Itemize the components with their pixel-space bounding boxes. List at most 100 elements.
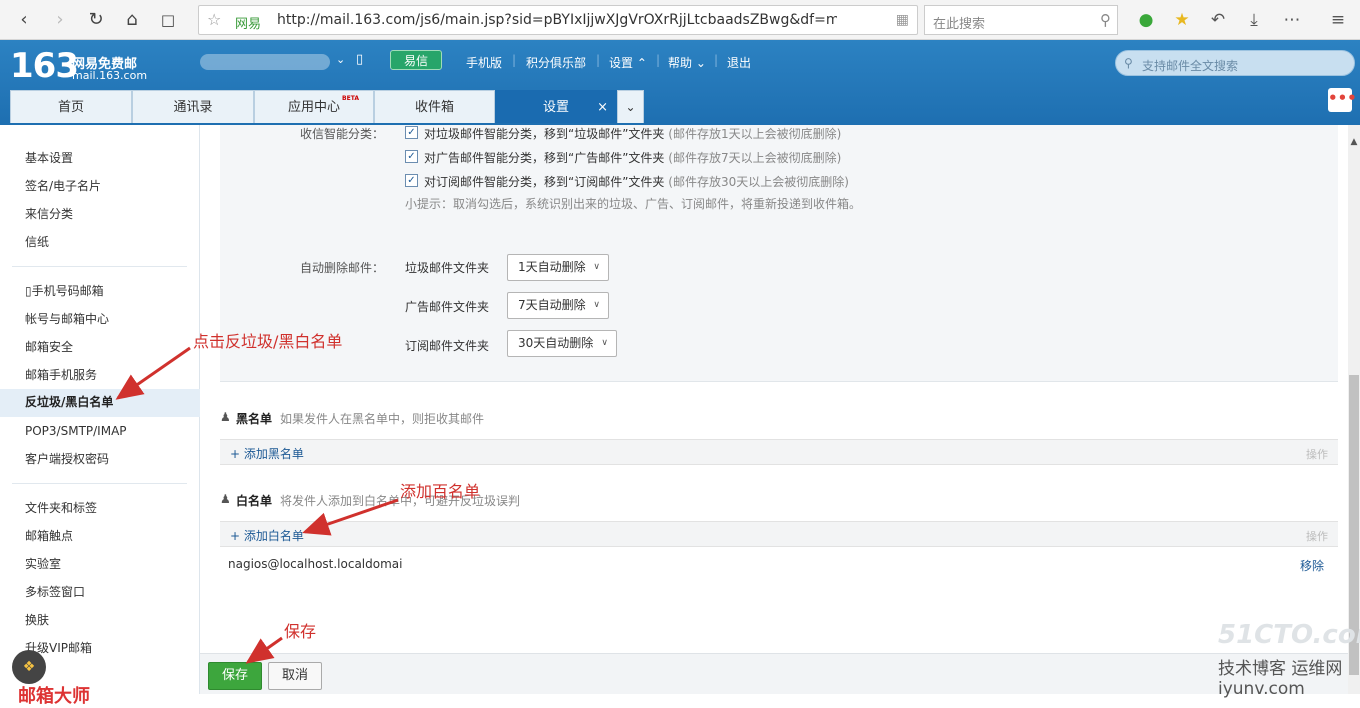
sidebar-item-security[interactable]: 邮箱安全 bbox=[25, 337, 73, 357]
yixin-button[interactable]: 易信 bbox=[390, 50, 442, 70]
settings-sidebar: 基本设置 签名/电子名片 来信分类 信纸 ▯手机号码邮箱 帐号与邮箱中心 邮箱安… bbox=[0, 125, 200, 694]
chevron-down-icon: ⌄ bbox=[625, 100, 636, 114]
sidebar-item-multi-tab[interactable]: 多标签窗口 bbox=[25, 582, 85, 602]
more-options-button[interactable]: ••• bbox=[1328, 88, 1357, 112]
checkbox-subscription[interactable]: ✓ bbox=[405, 174, 418, 187]
search-icon[interactable]: ⚲ bbox=[1100, 11, 1111, 29]
sidebar-item-antispam-label[interactable]: 反垃圾/黑白名单 bbox=[25, 393, 113, 410]
auto-delete-folder-subscription: 订阅邮件文件夹 bbox=[405, 339, 490, 353]
bookmark-star-icon[interactable]: ☆ bbox=[207, 10, 221, 29]
sidebar-divider bbox=[12, 483, 187, 484]
tab-app-center[interactable]: 应用中心 BETA bbox=[254, 90, 374, 123]
user-account-blurred[interactable] bbox=[200, 54, 330, 70]
link-settings[interactable]: 设置 ⌃ bbox=[609, 54, 647, 71]
blacklist-title: 黑名单 bbox=[236, 412, 273, 426]
save-button[interactable]: 保存 bbox=[208, 662, 262, 690]
back-icon[interactable]: ‹ bbox=[12, 8, 36, 32]
more-icon[interactable]: ⋯ bbox=[1280, 9, 1304, 31]
select-ads-retention[interactable]: 7天自动删除 ∨ bbox=[507, 292, 609, 319]
smart-sort-hint: 小提示：取消勾选后，系统识别出来的垃圾、广告、订阅邮件，将重新投递到收件箱。 bbox=[405, 197, 862, 211]
blacklist-op-header: 操作 bbox=[1306, 448, 1328, 461]
person-icon: ♟ bbox=[220, 492, 231, 506]
sidebar-item-pop3[interactable]: POP3/SMTP/IMAP bbox=[25, 421, 127, 441]
whitelist-entry: nagios@localhost.localdomai bbox=[228, 557, 403, 571]
address-bar[interactable]: ☆ 网易 http://mail.163.com/js6/main.jsp?si… bbox=[198, 5, 918, 35]
checkbox-spam[interactable]: ✓ bbox=[405, 126, 418, 139]
select-spam-retention[interactable]: 1天自动删除 ∨ bbox=[507, 254, 609, 281]
logo-domain: mail.163.com bbox=[72, 69, 148, 82]
annotation-sidebar: 点击反垃圾/黑白名单 bbox=[193, 332, 343, 351]
annotation-whitelist: 添加百名单 bbox=[400, 482, 481, 501]
antispam-settings-panel: 收信智能分类： ✓ 对垃圾邮件智能分类，移到“垃圾邮件”文件夹 (邮件存放1天以… bbox=[220, 125, 1338, 382]
tab-inbox[interactable]: 收件箱 bbox=[374, 90, 495, 123]
whitelist-op-header: 操作 bbox=[1306, 530, 1328, 543]
link-help[interactable]: 帮助 ⌄ bbox=[668, 54, 706, 71]
sidebar-item-stationery[interactable]: 信纸 bbox=[25, 232, 49, 252]
blacklist-toolbar: + 添加黑名单 操作 bbox=[220, 439, 1338, 465]
download-icon[interactable]: ⤓ bbox=[1242, 9, 1266, 31]
chevron-down-icon: ∨ bbox=[593, 300, 600, 310]
site-name: 网易 bbox=[235, 17, 262, 32]
smart-sort-subscription: 对订阅邮件智能分类，移到“订阅邮件”文件夹 (邮件存放30天以上会被彻底删除) bbox=[424, 175, 849, 189]
cancel-button[interactable]: 取消 bbox=[268, 662, 322, 690]
close-icon[interactable]: × bbox=[597, 91, 608, 124]
select-subscription-retention[interactable]: 30天自动删除 ∨ bbox=[507, 330, 617, 357]
phone-icon[interactable]: ▯ bbox=[356, 52, 363, 67]
sidebar-item-phone-mailbox[interactable]: ▯手机号码邮箱 bbox=[25, 281, 104, 301]
chevron-down-icon[interactable]: ⌄ bbox=[336, 53, 345, 66]
link-mobile[interactable]: 手机版 bbox=[466, 54, 502, 71]
sidebar-item-client-password[interactable]: 客户端授权密码 bbox=[25, 449, 109, 469]
annotation-save: 保存 bbox=[284, 622, 317, 641]
scroll-up-icon[interactable]: ▲ bbox=[1348, 137, 1360, 147]
sidebar-item-signature[interactable]: 签名/电子名片 bbox=[25, 176, 101, 196]
smart-sort-label: 收信智能分类： bbox=[300, 127, 385, 141]
reader-icon[interactable]: □ bbox=[156, 8, 180, 32]
link-logout[interactable]: 退出 bbox=[727, 54, 751, 71]
search-icon: ⚲ bbox=[1124, 56, 1133, 70]
auto-delete-label: 自动删除邮件： bbox=[300, 261, 385, 275]
favorite-icon[interactable]: ★ bbox=[1170, 9, 1194, 31]
app-grid-button[interactable]: ❖ bbox=[12, 650, 46, 684]
tab-dropdown[interactable]: ⌄ bbox=[617, 90, 644, 123]
menu-icon[interactable]: ≡ bbox=[1326, 9, 1350, 31]
yixin-label: 易信 bbox=[403, 54, 428, 68]
browser-search-input[interactable]: 在此搜索 ⚲ bbox=[924, 5, 1118, 35]
url-text[interactable]: http://mail.163.com/js6/main.jsp?sid=pBY… bbox=[277, 12, 837, 28]
forward-icon[interactable]: › bbox=[48, 8, 72, 32]
undo-icon[interactable]: ↶ bbox=[1206, 9, 1230, 31]
sidebar-item-lab[interactable]: 实验室 bbox=[25, 554, 61, 574]
tab-settings[interactable]: 设置 × bbox=[495, 90, 617, 123]
smart-sort-ads: 对广告邮件智能分类，移到“广告邮件”文件夹 (邮件存放7天以上会被彻底删除) bbox=[424, 151, 842, 165]
sidebar-item-folders[interactable]: 文件夹和标签 bbox=[25, 498, 97, 518]
home-icon[interactable]: ⌂ bbox=[120, 8, 144, 32]
beta-badge: BETA bbox=[342, 95, 359, 102]
person-icon: ♟ bbox=[220, 410, 231, 424]
promo-banner[interactable]: 邮箱大师 bbox=[18, 682, 90, 708]
add-blacklist-button[interactable]: + 添加黑名单 bbox=[230, 445, 304, 462]
tab-home[interactable]: 首页 bbox=[10, 90, 132, 123]
remove-whitelist-button[interactable]: 移除 bbox=[1300, 557, 1324, 574]
sidebar-item-basic[interactable]: 基本设置 bbox=[25, 148, 73, 168]
action-bar: 保存 取消 bbox=[200, 653, 1348, 694]
wechat-icon[interactable]: ● bbox=[1134, 9, 1158, 31]
watermark-text: 技术博客 运维网 iyunv.com bbox=[1218, 659, 1343, 699]
reload-icon[interactable]: ↻ bbox=[84, 8, 108, 32]
link-points-club[interactable]: 积分俱乐部 bbox=[526, 54, 586, 71]
mail-search-placeholder: 支持邮件全文搜索 bbox=[1142, 59, 1239, 73]
watermark-logo: 51CTO.com bbox=[1218, 620, 1360, 650]
sidebar-item-mobile-service[interactable]: 邮箱手机服务 bbox=[25, 365, 97, 385]
sidebar-item-mail-filter[interactable]: 来信分类 bbox=[25, 204, 73, 224]
logo-number[interactable]: 163 bbox=[10, 46, 79, 86]
browser-search-placeholder: 在此搜索 bbox=[933, 17, 986, 32]
tab-contacts[interactable]: 通讯录 bbox=[132, 90, 254, 123]
sidebar-item-skin[interactable]: 换肤 bbox=[25, 610, 49, 630]
scrollbar[interactable]: ▲ bbox=[1348, 125, 1360, 694]
add-whitelist-button[interactable]: + 添加白名单 bbox=[230, 527, 304, 544]
mail-search-input[interactable]: ⚲ 支持邮件全文搜索 bbox=[1115, 50, 1355, 76]
blacklist-desc: 如果发件人在黑名单中，则拒收其邮件 bbox=[280, 412, 485, 426]
checkbox-ads[interactable]: ✓ bbox=[405, 150, 418, 163]
sidebar-item-touchpoints[interactable]: 邮箱触点 bbox=[25, 526, 73, 546]
qr-icon[interactable]: ▦ bbox=[896, 12, 909, 28]
smart-sort-spam: 对垃圾邮件智能分类，移到“垃圾邮件”文件夹 (邮件存放1天以上会被彻底删除) bbox=[424, 127, 842, 141]
sidebar-item-account-center[interactable]: 帐号与邮箱中心 bbox=[25, 309, 109, 329]
